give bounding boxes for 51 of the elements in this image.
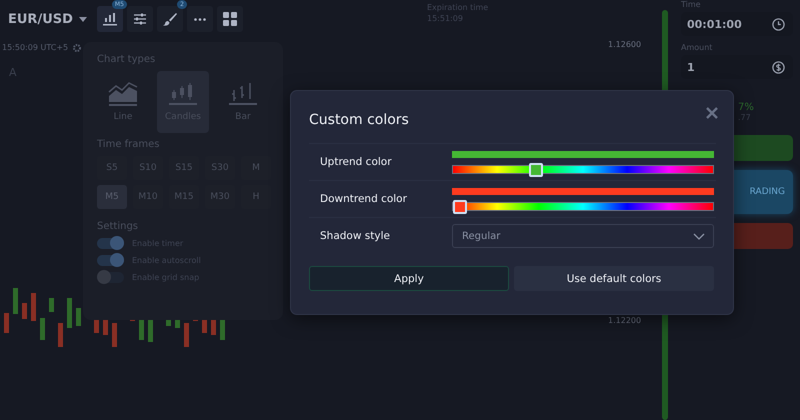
time-label: Time <box>681 0 702 9</box>
row-label: Shadow style <box>319 230 391 242</box>
apply-button[interactable]: Apply <box>309 266 509 291</box>
candle <box>67 298 72 328</box>
clock-text: 15:50:09 UTC+5 <box>2 43 68 52</box>
row-label: Uptrend color <box>319 156 393 168</box>
candle <box>49 298 54 312</box>
shadow-style-select[interactable]: Regular <box>452 224 714 248</box>
candle <box>22 303 27 319</box>
caret-icon <box>78 16 87 22</box>
candle <box>13 288 18 314</box>
close-icon[interactable] <box>706 107 718 119</box>
time-field[interactable]: 00:01:00 <box>681 12 793 36</box>
dollar-icon <box>772 60 785 74</box>
sliders-icon <box>132 13 147 25</box>
candle <box>58 323 63 347</box>
pair-selector[interactable]: EUR/USD <box>2 8 93 30</box>
toolbar-button[interactable] <box>216 6 243 32</box>
amount-field[interactable]: 1 <box>681 55 793 79</box>
clock-icon <box>772 18 785 30</box>
slider-thumb[interactable] <box>529 162 544 176</box>
candle <box>40 318 45 340</box>
candle <box>220 318 225 340</box>
candle <box>31 293 36 321</box>
dialog-title: Custom colors <box>309 112 409 128</box>
candle <box>139 318 144 340</box>
payout-percent: 7% <box>738 102 754 113</box>
settings-icon <box>73 44 82 52</box>
grid-icon <box>222 12 237 26</box>
toolbar-button[interactable] <box>96 6 123 32</box>
toolbar-button[interactable] <box>156 6 183 32</box>
candle <box>76 308 81 326</box>
bars-icon <box>228 82 258 106</box>
more-icon <box>194 18 206 20</box>
area-chart-icon <box>108 82 138 106</box>
candle <box>184 323 189 347</box>
toolbar-button[interactable] <box>186 6 213 32</box>
row-label: Downtrend color <box>319 193 408 205</box>
toggle-switch[interactable] <box>97 272 124 283</box>
default-colors-button[interactable]: Use default colors <box>514 266 714 291</box>
slider-thumb[interactable] <box>453 200 467 214</box>
brush-icon <box>162 12 177 26</box>
toolbar-button[interactable] <box>126 6 153 32</box>
toggle-switch[interactable] <box>97 238 124 249</box>
candle <box>112 323 117 347</box>
price-label: 1.12600 <box>608 40 642 49</box>
toggle-switch[interactable] <box>97 255 124 266</box>
price-label: 1.12200 <box>608 316 642 325</box>
candle <box>4 313 9 333</box>
chevron-down-icon <box>693 232 705 240</box>
amount-label: Amount <box>681 43 714 52</box>
